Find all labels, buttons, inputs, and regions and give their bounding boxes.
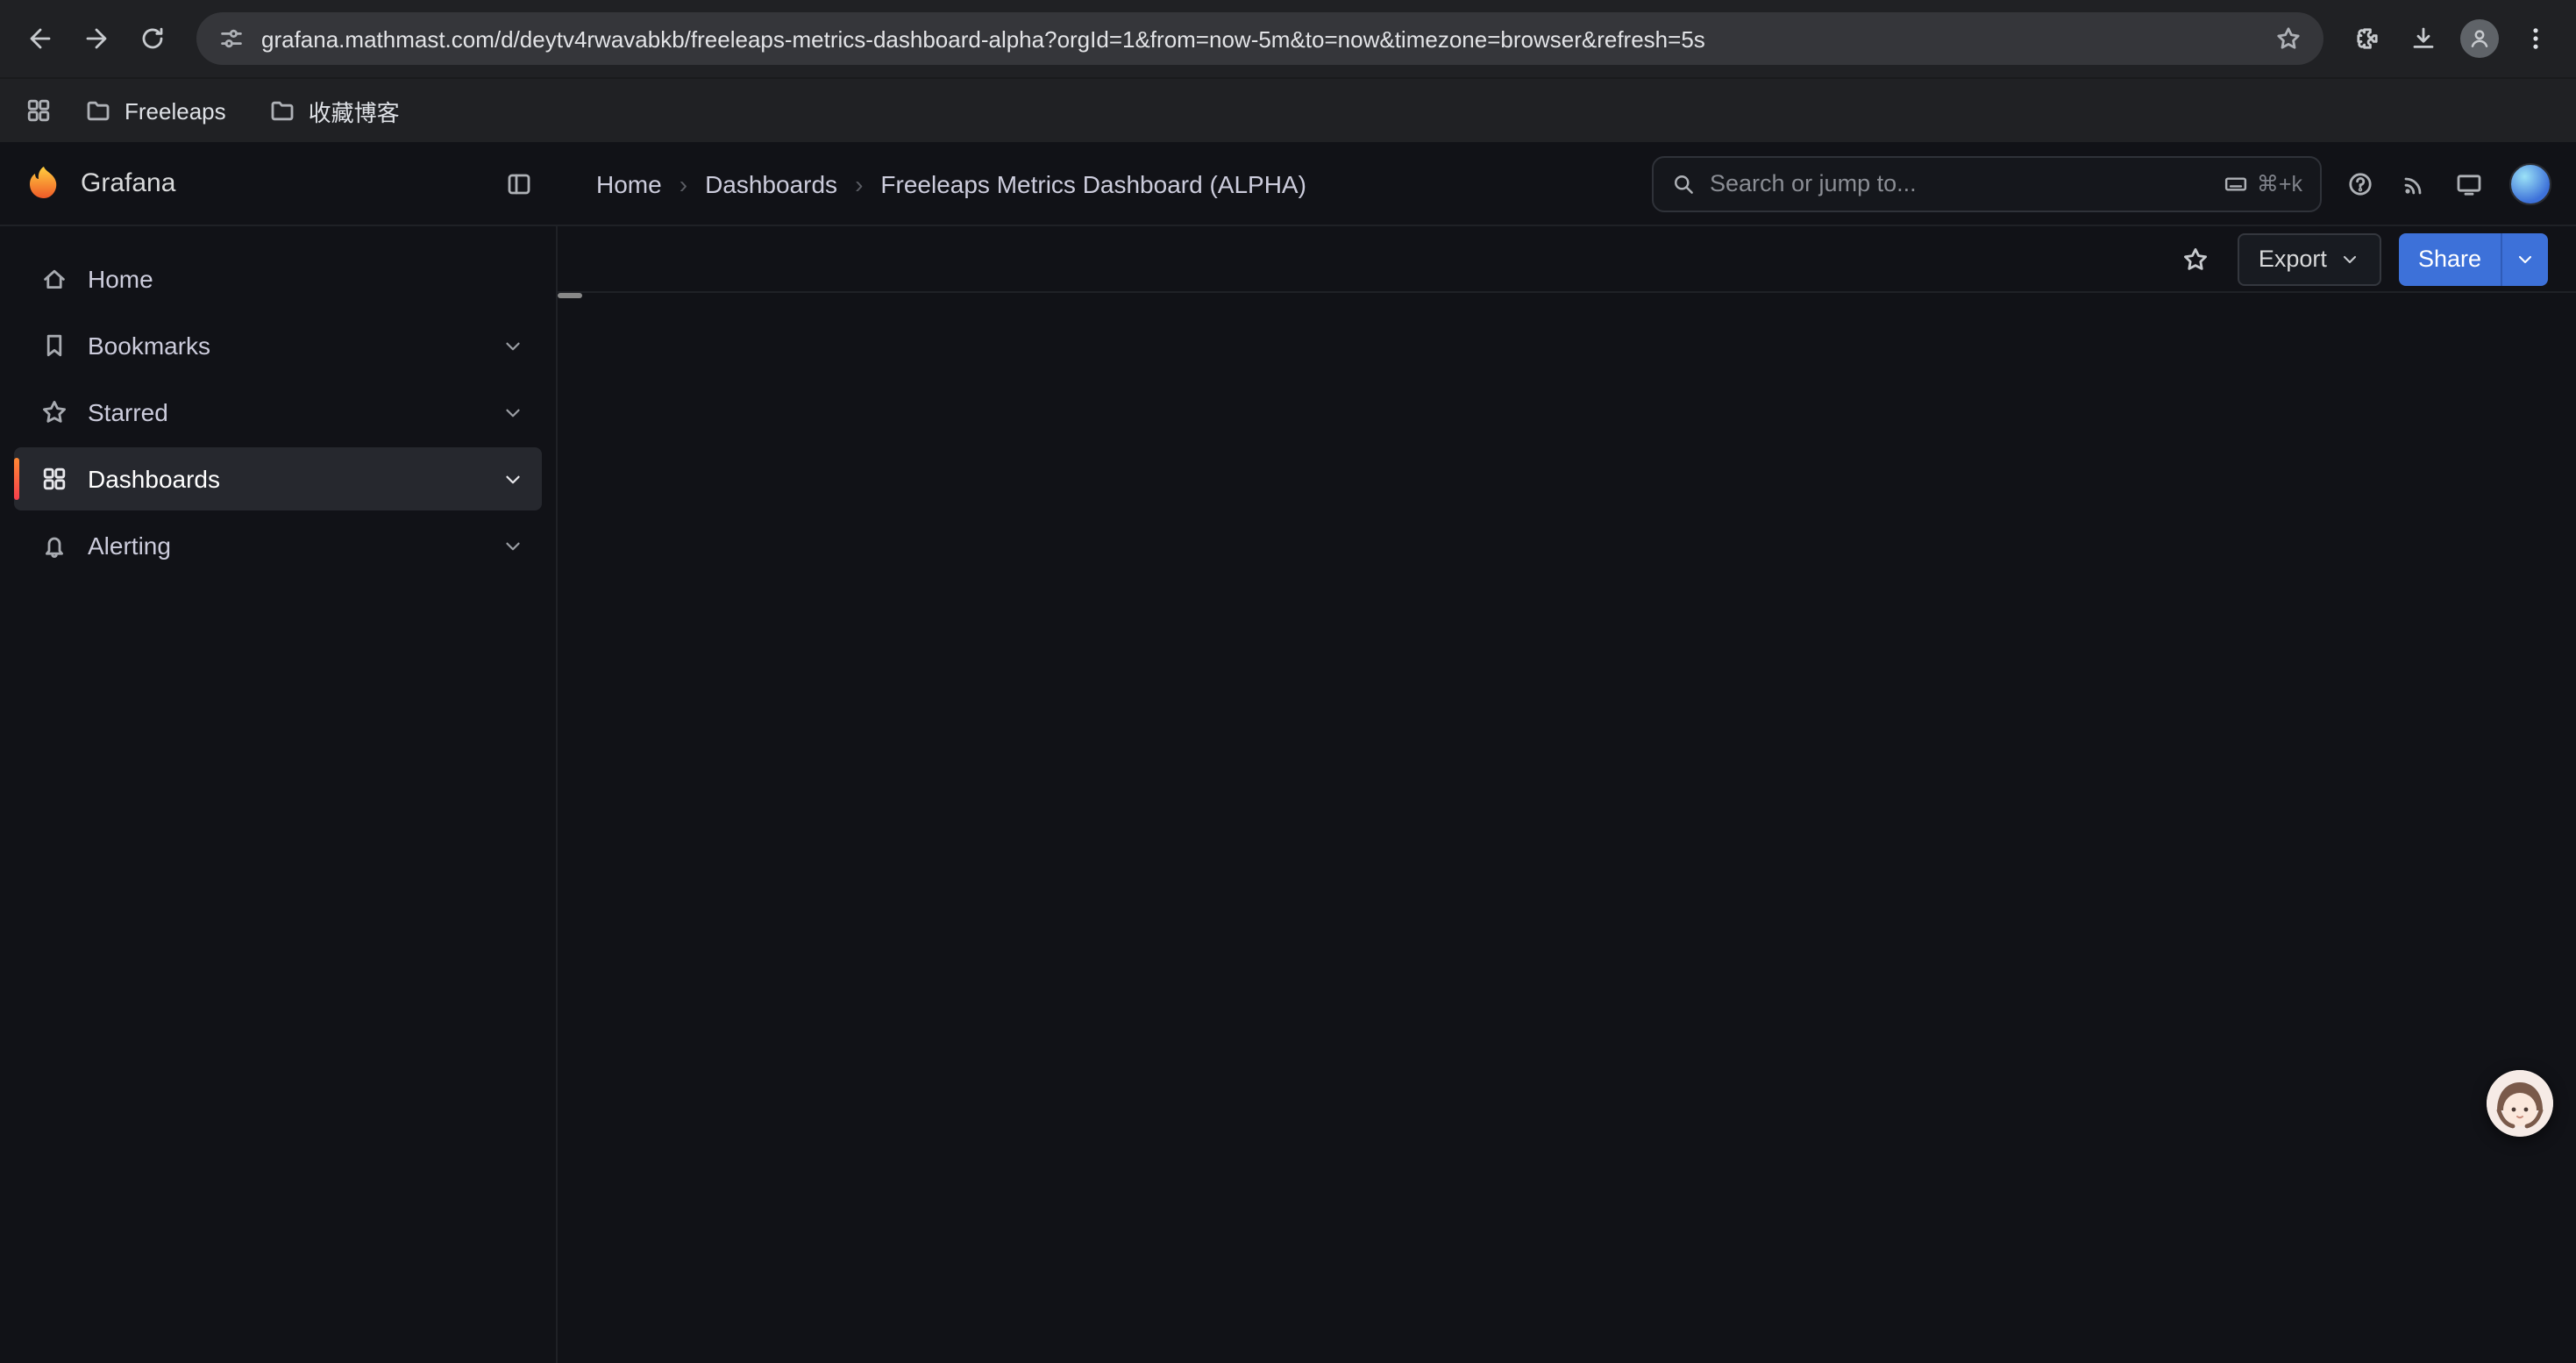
share-button[interactable]: Share — [2399, 232, 2501, 285]
floating-assistant-avatar[interactable] — [2487, 1070, 2553, 1137]
news-rss-icon[interactable] — [2401, 169, 2429, 197]
download-icon — [2409, 25, 2437, 53]
chevron-down-icon — [2339, 248, 2360, 269]
search-shortcut-keys: ⌘+k — [2257, 170, 2302, 196]
grafana-app: Grafana Home › Dashboards › Freeleaps Metric… — [0, 142, 2576, 1363]
home-icon — [40, 265, 68, 293]
breadcrumb-item[interactable]: Freeleaps Metrics Dashboard (ALPHA) — [880, 169, 1306, 197]
breadcrumb-item[interactable]: Dashboards — [705, 169, 837, 197]
sidebar-item-dashboards[interactable]: Dashboards — [14, 447, 542, 510]
sidebar-item-label: Bookmarks — [88, 332, 482, 360]
sidebar-item-starred[interactable]: Starred — [14, 381, 542, 444]
site-info-icon[interactable] — [217, 25, 246, 53]
brand-title: Grafana — [81, 168, 487, 198]
bookmarks-list: Freeleaps 收藏博客 — [77, 90, 407, 131]
sidebar-item-home[interactable]: Home — [14, 247, 542, 310]
puzzle-icon — [2353, 25, 2381, 53]
bookmarks-bar: Freeleaps 收藏博客 — [0, 77, 2576, 142]
app-body: Home Bookmarks Starred Dashboards Alerting E… — [0, 226, 2576, 1363]
browser-profile-avatar — [2460, 19, 2499, 58]
chevron-down-icon — [502, 534, 524, 557]
breadcrumb: Home › Dashboards › Freeleaps Metrics Dashbo… — [558, 169, 1652, 197]
sidebar-nav: Home Bookmarks Starred Dashboards Alerting — [0, 226, 558, 1363]
search-shortcut: ⌘+k — [2224, 170, 2302, 196]
chevron-down-icon — [502, 467, 524, 490]
reload-button[interactable] — [126, 12, 179, 65]
extensions-icon[interactable] — [2341, 12, 2394, 65]
bookmark-label: Freeleaps — [125, 97, 226, 124]
breadcrumb-item[interactable]: Home — [596, 169, 662, 197]
bookmark-item[interactable]: Freeleaps — [77, 93, 233, 128]
active-indicator — [14, 458, 19, 500]
star-icon — [2181, 245, 2210, 273]
downloads-icon[interactable] — [2397, 12, 2450, 65]
sidebar-item-label: Home — [88, 265, 524, 293]
sidebar-item-bookmarks[interactable]: Bookmarks — [14, 314, 542, 377]
screen: grafana.mathmast.com/d/deytv4rwavabkb/fr… — [0, 0, 2576, 1363]
chevron-down-icon — [502, 334, 524, 357]
bell-icon — [40, 532, 68, 560]
forward-arrow-icon — [82, 25, 110, 53]
header-icons — [2346, 162, 2576, 204]
url-bar[interactable]: grafana.mathmast.com/d/deytv4rwavabkb/fr… — [196, 12, 2323, 65]
folder-icon — [84, 96, 112, 125]
user-avatar[interactable] — [2509, 162, 2551, 204]
dashboard-toolbar: Export Share — [558, 226, 2576, 293]
main-area: Export Share Last 5 minutes — [558, 226, 2576, 1363]
browser-toolbar: grafana.mathmast.com/d/deytv4rwavabkb/fr… — [0, 0, 2576, 77]
sidebar-item-label: Starred — [88, 398, 482, 426]
back-button[interactable] — [14, 12, 67, 65]
dock-menu-icon[interactable] — [505, 169, 533, 197]
chevron-down-icon — [2515, 248, 2536, 269]
search-input[interactable] — [1710, 170, 2210, 196]
forward-button[interactable] — [70, 12, 123, 65]
export-label: Export — [2259, 246, 2327, 272]
browser-profile-button[interactable] — [2453, 12, 2506, 65]
keyboard-icon — [2224, 171, 2248, 196]
help-icon[interactable] — [2346, 169, 2374, 197]
bookmark-item[interactable]: 收藏博客 — [261, 90, 407, 131]
apps-icon — [40, 465, 68, 493]
browser-menu-button[interactable] — [2509, 12, 2562, 65]
header-left: Grafana — [0, 164, 558, 203]
chevron-down-icon — [502, 401, 524, 424]
kebab-menu-icon — [2522, 25, 2550, 53]
back-arrow-icon — [26, 25, 54, 53]
share-menu-button[interactable] — [2501, 232, 2548, 285]
breadcrumb-separator: › — [680, 169, 687, 197]
assistant-face-icon — [2487, 1070, 2553, 1137]
apps-grid-icon[interactable] — [25, 96, 53, 125]
person-icon — [2467, 26, 2492, 51]
sidebar-item-label: Dashboards — [88, 465, 482, 493]
search-box[interactable]: ⌘+k — [1652, 155, 2322, 211]
export-button[interactable]: Export — [2238, 232, 2381, 285]
folder-icon — [268, 96, 296, 125]
star-icon — [40, 398, 68, 426]
dashboard-canvas: Last 5 minutes Refresh — [558, 293, 582, 298]
bookmark-icon — [40, 332, 68, 360]
breadcrumb-separator: › — [855, 169, 863, 197]
share-split-button: Share — [2399, 232, 2548, 285]
favorite-star-button[interactable] — [2171, 234, 2220, 283]
time-controls: Last 5 minutes Refresh — [558, 293, 582, 298]
url-text: grafana.mathmast.com/d/deytv4rwavabkb/fr… — [261, 25, 2259, 52]
sidebar-item-alerting[interactable]: Alerting — [14, 514, 542, 577]
display-icon[interactable] — [2455, 169, 2483, 197]
bookmark-label: 收藏博客 — [309, 94, 400, 127]
search-icon — [1671, 171, 1696, 196]
grafana-header: Grafana Home › Dashboards › Freeleaps Metric… — [0, 142, 2576, 226]
sidebar-item-label: Alerting — [88, 532, 482, 560]
bookmark-star-icon[interactable] — [2274, 25, 2302, 53]
reload-icon — [139, 25, 167, 53]
grafana-logo-icon[interactable] — [25, 164, 63, 203]
